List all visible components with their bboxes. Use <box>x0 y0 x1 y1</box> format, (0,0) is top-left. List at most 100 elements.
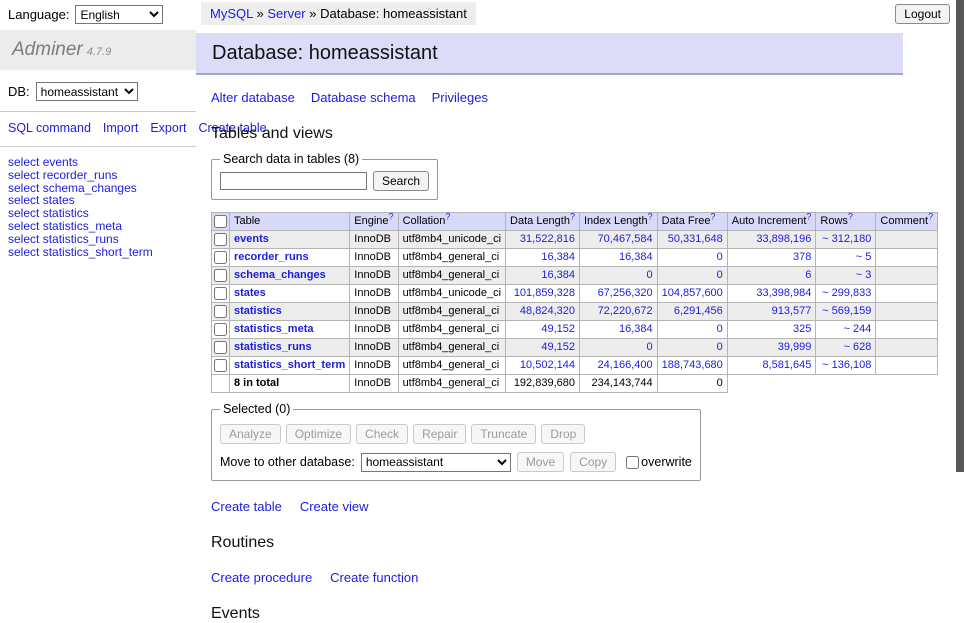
auto-increment-link[interactable]: 6 <box>805 269 811 281</box>
table-name-link[interactable]: statistics_runs <box>234 341 312 353</box>
create-link[interactable]: Create view <box>300 499 369 514</box>
page-title: Database: homeassistant <box>196 33 903 75</box>
index-length-link[interactable]: 24,166,400 <box>598 359 653 371</box>
table-link[interactable]: statistics_short_term <box>43 245 153 259</box>
data-length-link[interactable]: 16,384 <box>541 251 575 263</box>
breadcrumb-current: Database: homeassistant <box>320 6 467 21</box>
routine-link[interactable]: Create function <box>330 570 418 585</box>
breadcrumb-server-link[interactable]: Server <box>267 6 305 21</box>
app-name: Adminer <box>12 39 83 60</box>
auto-increment-link[interactable]: 33,398,984 <box>756 287 811 299</box>
search-button[interactable]: Search <box>373 171 429 191</box>
data-length-link[interactable]: 48,824,320 <box>520 305 575 317</box>
rows-count-link[interactable]: ~ 569,159 <box>822 305 871 317</box>
data-length-link[interactable]: 49,152 <box>541 341 575 353</box>
row-checkbox[interactable] <box>214 341 227 354</box>
auto-increment-link[interactable]: 913,577 <box>772 305 812 317</box>
table-name-link[interactable]: events <box>234 233 269 245</box>
index-length-link[interactable]: 70,467,584 <box>598 233 653 245</box>
data-free-link[interactable]: 104,857,600 <box>662 287 723 299</box>
row-checkbox[interactable] <box>214 233 227 246</box>
help-link[interactable]: ? <box>806 213 811 222</box>
index-length-link[interactable]: 72,220,672 <box>598 305 653 317</box>
auto-increment-link[interactable]: 378 <box>793 251 811 263</box>
select-link[interactable]: select <box>8 245 39 259</box>
rows-count-link[interactable]: ~ 244 <box>844 323 872 335</box>
help-link[interactable]: ? <box>389 213 394 222</box>
language-select[interactable]: English <box>75 5 163 24</box>
index-length-link[interactable]: 16,384 <box>619 251 653 263</box>
row-checkbox-cell <box>212 339 230 357</box>
data-free-link[interactable]: 0 <box>717 341 723 353</box>
index-length-link[interactable]: 0 <box>647 269 653 281</box>
db-label: DB: <box>8 84 30 99</box>
rows-count-link[interactable]: ~ 3 <box>856 269 872 281</box>
db-nav-link[interactable]: Privileges <box>432 90 488 105</box>
rows-count-link[interactable]: ~ 136,108 <box>822 359 871 371</box>
data-free-link[interactable]: 188,743,680 <box>662 359 723 371</box>
total-data-length-cell: 192,839,680 <box>506 375 580 393</box>
table-name-link[interactable]: statistics <box>234 305 282 317</box>
move-db-select[interactable]: homeassistant <box>361 453 511 472</box>
help-link[interactable]: ? <box>928 213 933 222</box>
db-select[interactable]: homeassistant <box>36 82 138 101</box>
data-free-link[interactable]: 0 <box>717 269 723 281</box>
index-length-link[interactable]: 0 <box>647 341 653 353</box>
index-length-cell: 16,384 <box>579 321 657 339</box>
search-legend: Search data in tables (8) <box>220 152 362 166</box>
sidebar-action-link[interactable]: SQL command <box>8 121 91 135</box>
db-nav-link[interactable]: Database schema <box>311 90 416 105</box>
auto-increment-link[interactable]: 33,898,196 <box>756 233 811 245</box>
row-checkbox[interactable] <box>214 251 227 264</box>
data-free-link[interactable]: 0 <box>717 323 723 335</box>
sidebar-action-link[interactable]: Import <box>103 121 138 135</box>
auto-increment-link[interactable]: 39,999 <box>778 341 812 353</box>
help-link[interactable]: ? <box>648 213 653 222</box>
data-free-link[interactable]: 6,291,456 <box>674 305 723 317</box>
data-length-link[interactable]: 10,502,144 <box>520 359 575 371</box>
help-link[interactable]: ? <box>711 213 716 222</box>
column-header: Table <box>230 213 350 231</box>
table-name-link[interactable]: statistics_meta <box>234 323 314 335</box>
row-checkbox[interactable] <box>214 287 227 300</box>
row-checkbox[interactable] <box>214 359 227 372</box>
rows-count-cell: ~ 136,108 <box>816 357 876 375</box>
create-link[interactable]: Create table <box>211 499 282 514</box>
index-length-link[interactable]: 67,256,320 <box>598 287 653 299</box>
auto-increment-link[interactable]: 325 <box>793 323 811 335</box>
data-free-link[interactable]: 50,331,648 <box>668 233 723 245</box>
index-length-cell: 0 <box>579 339 657 357</box>
auto-increment-cell: 378 <box>727 249 816 267</box>
row-checkbox[interactable] <box>214 323 227 336</box>
table-name-link[interactable]: states <box>234 287 266 299</box>
logout-button[interactable]: Logout <box>895 4 950 24</box>
rows-count-link[interactable]: ~ 628 <box>844 341 872 353</box>
table-name-cell: states <box>230 285 350 303</box>
rows-count-link[interactable]: ~ 299,833 <box>822 287 871 299</box>
search-input[interactable] <box>220 172 367 190</box>
auto-increment-link[interactable]: 8,581,645 <box>762 359 811 371</box>
rows-count-link[interactable]: ~ 5 <box>856 251 872 263</box>
overwrite-checkbox[interactable] <box>626 456 639 469</box>
data-length-link[interactable]: 16,384 <box>541 269 575 281</box>
table-name-link[interactable]: recorder_runs <box>234 251 309 263</box>
row-checkbox[interactable] <box>214 269 227 282</box>
sidebar-action-link[interactable]: Export <box>150 121 186 135</box>
index-length-link[interactable]: 16,384 <box>619 323 653 335</box>
table-name-link[interactable]: schema_changes <box>234 269 326 281</box>
table-name-link[interactable]: statistics_short_term <box>234 359 345 371</box>
data-length-link[interactable]: 49,152 <box>541 323 575 335</box>
data-length-link[interactable]: 101,859,328 <box>514 287 575 299</box>
scrollbar-thumb[interactable] <box>956 0 964 472</box>
data-free-link[interactable]: 0 <box>717 251 723 263</box>
routine-link[interactable]: Create procedure <box>211 570 312 585</box>
row-checkbox[interactable] <box>214 305 227 318</box>
help-link[interactable]: ? <box>445 213 450 222</box>
help-link[interactable]: ? <box>570 213 575 222</box>
data-length-link[interactable]: 31,522,816 <box>520 233 575 245</box>
select-all-checkbox[interactable] <box>214 215 227 228</box>
db-nav-link[interactable]: Alter database <box>211 90 295 105</box>
breadcrumb-mysql-link[interactable]: MySQL <box>210 6 253 21</box>
help-link[interactable]: ? <box>848 213 853 222</box>
rows-count-link[interactable]: ~ 312,180 <box>822 233 871 245</box>
